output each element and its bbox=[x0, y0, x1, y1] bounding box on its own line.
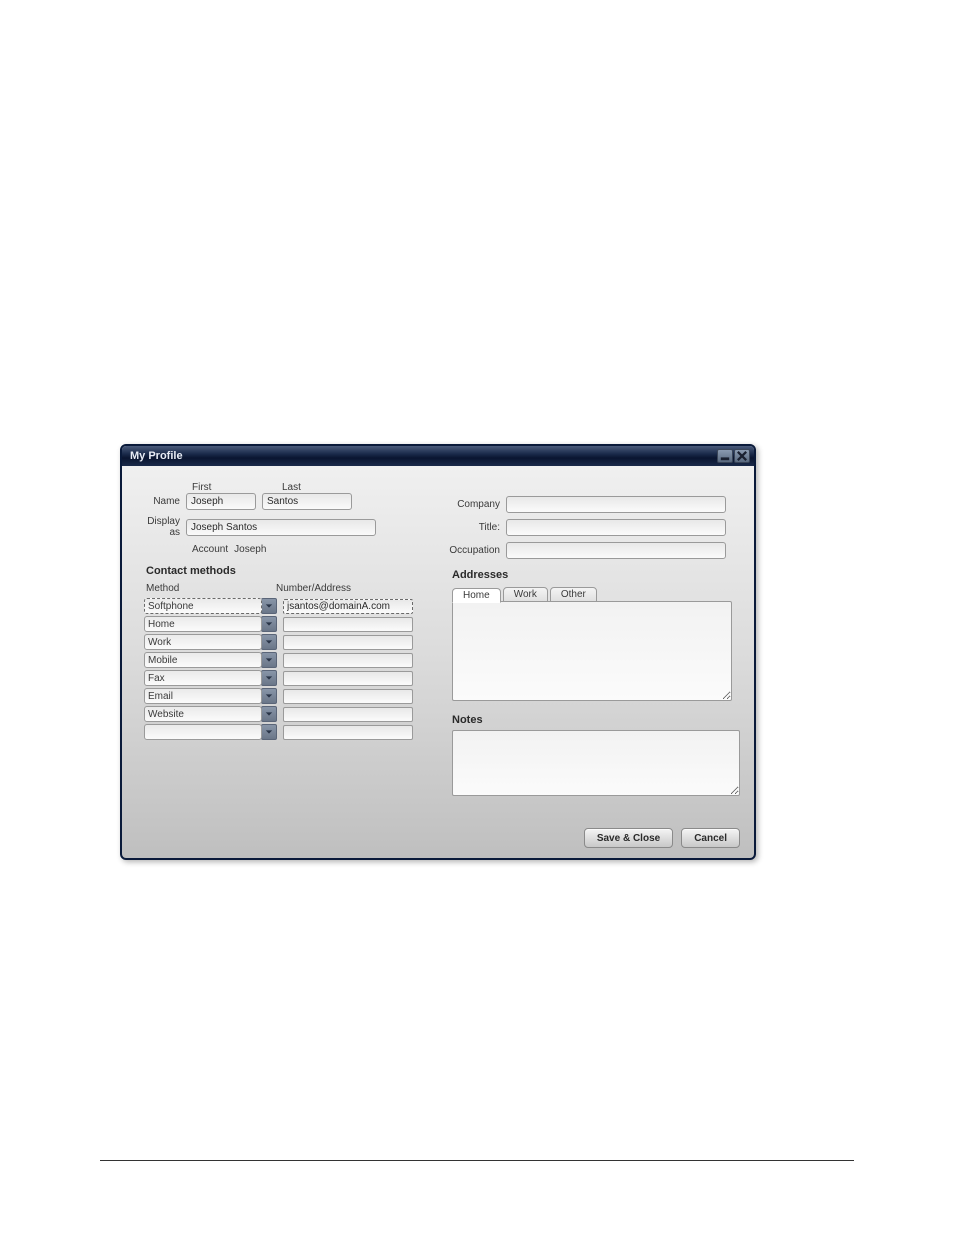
save-close-button[interactable]: Save & Close bbox=[584, 828, 673, 848]
method-select[interactable]: Mobile bbox=[144, 652, 262, 668]
display-as-input[interactable] bbox=[186, 519, 376, 536]
method-row: Softphone bbox=[144, 598, 418, 614]
method-select[interactable] bbox=[144, 724, 262, 740]
dropdown-icon[interactable] bbox=[261, 670, 277, 686]
method-header: Method bbox=[146, 583, 276, 594]
method-value-input[interactable] bbox=[283, 707, 413, 722]
notes-title: Notes bbox=[452, 714, 740, 726]
method-value-input[interactable] bbox=[283, 725, 413, 740]
display-as-label: Display as bbox=[136, 516, 186, 538]
tab-work[interactable]: Work bbox=[503, 587, 548, 602]
method-select[interactable]: Email bbox=[144, 688, 262, 704]
right-column: Company Title: Occupation Addresses Home… bbox=[446, 482, 740, 799]
address-textarea[interactable] bbox=[452, 601, 732, 701]
method-value-input[interactable] bbox=[283, 689, 413, 704]
method-select[interactable]: Work bbox=[144, 634, 262, 650]
method-row: Work bbox=[144, 634, 418, 650]
method-select[interactable]: Website bbox=[144, 706, 262, 722]
method-value-input[interactable] bbox=[283, 653, 413, 668]
titlebar[interactable]: My Profile bbox=[122, 446, 754, 466]
dropdown-icon[interactable] bbox=[261, 634, 277, 650]
last-name-input[interactable] bbox=[262, 493, 352, 510]
dropdown-icon[interactable] bbox=[261, 652, 277, 668]
tab-home[interactable]: Home bbox=[452, 588, 501, 603]
account-value: Joseph bbox=[234, 544, 266, 555]
method-row: Website bbox=[144, 706, 418, 722]
method-row bbox=[144, 724, 418, 740]
contact-methods-title: Contact methods bbox=[146, 565, 418, 577]
dropdown-icon[interactable] bbox=[261, 598, 277, 614]
method-value-input[interactable] bbox=[283, 671, 413, 686]
method-value-input[interactable] bbox=[283, 599, 413, 614]
method-row: Home bbox=[144, 616, 418, 632]
account-label: Account bbox=[192, 544, 228, 555]
occupation-label: Occupation bbox=[446, 545, 506, 556]
minimize-button[interactable] bbox=[717, 449, 733, 463]
address-header: Number/Address bbox=[276, 583, 351, 594]
method-select[interactable]: Fax bbox=[144, 670, 262, 686]
tab-other[interactable]: Other bbox=[550, 587, 597, 602]
method-select[interactable]: Home bbox=[144, 616, 262, 632]
dropdown-icon[interactable] bbox=[261, 688, 277, 704]
dropdown-icon[interactable] bbox=[261, 724, 277, 740]
window-title: My Profile bbox=[130, 450, 183, 462]
method-row: Fax bbox=[144, 670, 418, 686]
addresses-title: Addresses bbox=[452, 569, 740, 581]
method-row: Mobile bbox=[144, 652, 418, 668]
method-row: Email bbox=[144, 688, 418, 704]
cancel-button[interactable]: Cancel bbox=[681, 828, 740, 848]
left-column: First Last Name Display as Account Josep… bbox=[136, 482, 418, 799]
title-label: Title: bbox=[446, 522, 506, 533]
close-button[interactable] bbox=[734, 449, 750, 463]
page-divider bbox=[100, 1160, 854, 1161]
first-name-input[interactable] bbox=[186, 493, 256, 510]
first-header: First bbox=[192, 482, 262, 493]
occupation-input[interactable] bbox=[506, 542, 726, 559]
title-input[interactable] bbox=[506, 519, 726, 536]
profile-dialog: My Profile First Last Name Display as bbox=[120, 444, 756, 860]
method-select[interactable]: Softphone bbox=[144, 598, 262, 614]
company-input[interactable] bbox=[506, 496, 726, 513]
method-value-input[interactable] bbox=[283, 635, 413, 650]
last-header: Last bbox=[282, 482, 372, 493]
name-label: Name bbox=[136, 496, 186, 507]
method-value-input[interactable] bbox=[283, 617, 413, 632]
company-label: Company bbox=[446, 499, 506, 510]
notes-textarea[interactable] bbox=[452, 730, 740, 796]
dropdown-icon[interactable] bbox=[261, 616, 277, 632]
dropdown-icon[interactable] bbox=[261, 706, 277, 722]
